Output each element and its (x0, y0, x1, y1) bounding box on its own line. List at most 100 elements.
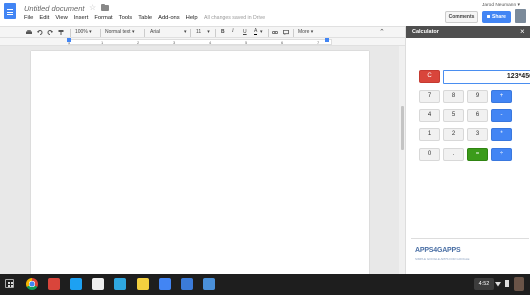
app-launcher-icon[interactable] (5, 279, 14, 288)
scrollbar-thumb[interactable] (401, 106, 404, 150)
font-select[interactable]: Arial ▾ (150, 29, 187, 35)
shelf-taskbar: 4:52 (0, 274, 530, 295)
lock-icon (487, 15, 491, 19)
right-indent-marker[interactable] (325, 38, 329, 42)
key-2[interactable]: 2 (443, 128, 464, 141)
print-icon[interactable] (26, 30, 32, 35)
link-icon[interactable] (272, 30, 278, 35)
divider (411, 238, 529, 239)
key-multiply[interactable]: * (491, 128, 512, 141)
comment-icon[interactable] (283, 30, 289, 35)
font-size-select[interactable]: 11 ▾ (196, 29, 210, 35)
text-color-dropdown-icon[interactable]: ▾ (260, 29, 263, 35)
battery-icon[interactable] (505, 280, 509, 287)
chrome-icon[interactable] (26, 278, 38, 290)
key-minus[interactable]: - (491, 109, 512, 122)
docs-logo-icon[interactable] (4, 3, 16, 19)
key-plus[interactable]: + (491, 90, 512, 103)
twitter-icon[interactable] (70, 278, 82, 290)
zoom-select[interactable]: 100% ▾ (75, 29, 92, 35)
app-icon[interactable] (181, 278, 193, 290)
ruler-number: 5 (245, 40, 248, 45)
docs-header: Untitled document ☆ File Edit View Inser… (0, 0, 530, 26)
underline-button[interactable]: U (243, 29, 247, 35)
menu-tools[interactable]: Tools (119, 15, 133, 21)
brand-name: APPS4GAPPS (415, 247, 461, 254)
key-equals[interactable]: = (467, 148, 488, 161)
menu-edit[interactable]: Edit (39, 15, 49, 21)
toolbar-divider (293, 29, 294, 37)
formatting-toolbar: 100% ▾ Normal text ▾ Arial ▾ 11 ▾ B I U A … (0, 26, 405, 38)
bold-button[interactable]: B (221, 29, 225, 35)
menu-file[interactable]: File (24, 15, 33, 21)
menu-bar: File Edit View Insert Format Tools Table… (24, 15, 204, 21)
folder-icon[interactable] (101, 3, 109, 11)
key-divide[interactable]: ÷ (491, 148, 512, 161)
ruler: 1 1 2 3 4 5 6 7 (0, 38, 405, 46)
star-icon[interactable]: ☆ (89, 3, 96, 12)
user-avatar[interactable] (514, 277, 524, 291)
gmail-icon[interactable] (48, 278, 60, 290)
paint-format-icon[interactable] (58, 30, 64, 35)
ruler-number: 6 (281, 40, 284, 45)
key-4[interactable]: 4 (419, 109, 440, 122)
key-0[interactable]: 0 (419, 148, 440, 161)
save-status: All changes saved in Drive (204, 15, 266, 21)
remote-desktop-icon[interactable] (114, 278, 126, 290)
ruler-number: 4 (209, 40, 212, 45)
menu-table[interactable]: Table (138, 15, 152, 21)
toolbar-divider (190, 29, 191, 37)
menu-view[interactable]: View (55, 15, 67, 21)
toolbar-divider (144, 29, 145, 37)
brand-tagline: SIMPLE GOOGLE APPS FOR GOOGLE (415, 257, 470, 261)
sidebar-title: Calculator (412, 29, 439, 35)
keep-icon[interactable] (137, 278, 149, 290)
document-title[interactable]: Untitled document (24, 4, 84, 13)
menu-insert[interactable]: Insert (74, 15, 89, 21)
window-icon[interactable] (203, 278, 215, 290)
apps4gapps-logo[interactable]: APPS4GAPPS SIMPLE GOOGLE APPS FOR GOOGLE (415, 247, 475, 267)
ruler-number: 7 (317, 40, 320, 45)
ruler-number: 3 (173, 40, 176, 45)
files-icon[interactable] (92, 278, 104, 290)
left-indent-marker[interactable] (67, 38, 71, 42)
close-icon[interactable]: × (520, 27, 525, 36)
key-7[interactable]: 7 (419, 90, 440, 103)
sidebar-header: Calculator × (406, 26, 530, 38)
menu-format[interactable]: Format (94, 15, 112, 21)
share-button[interactable]: Share (482, 11, 511, 23)
italic-button[interactable]: I (232, 29, 234, 34)
menu-help[interactable]: Help (186, 15, 198, 21)
toolbar-divider (100, 29, 101, 37)
calculator-display[interactable]: 123*456 (443, 70, 530, 84)
ruler-number: 1 (101, 40, 104, 45)
key-8[interactable]: 8 (443, 90, 464, 103)
redo-icon[interactable] (47, 30, 53, 35)
clear-button[interactable]: C (419, 70, 440, 83)
user-name[interactable]: Jarod Neumann ▾ (482, 3, 520, 8)
comments-button[interactable]: Comments (445, 11, 478, 23)
more-button[interactable]: More ▾ (298, 29, 313, 35)
text-color-button[interactable]: A (254, 29, 258, 35)
document-page[interactable] (31, 51, 369, 276)
key-1[interactable]: 1 (419, 128, 440, 141)
key-5[interactable]: 5 (443, 109, 464, 122)
collapse-menus-icon[interactable]: ⌃ (379, 28, 385, 36)
docs-icon[interactable] (159, 278, 171, 290)
ruler-number: 2 (137, 40, 140, 45)
clock[interactable]: 4:52 (474, 278, 494, 290)
wifi-icon[interactable] (495, 280, 501, 287)
key-decimal[interactable]: . (443, 148, 464, 161)
style-select[interactable]: Normal text ▾ (105, 29, 134, 35)
undo-icon[interactable] (37, 30, 43, 35)
key-6[interactable]: 6 (467, 109, 488, 122)
avatar[interactable] (515, 9, 526, 23)
toolbar-divider (268, 29, 269, 37)
calculator-sidebar: Calculator × C 123*456 7 8 9 + 4 5 6 - 1… (405, 26, 530, 274)
key-3[interactable]: 3 (467, 128, 488, 141)
key-9[interactable]: 9 (467, 90, 488, 103)
toolbar-divider (70, 29, 71, 37)
menu-addons[interactable]: Add-ons (158, 15, 180, 21)
ruler-track: 1 1 2 3 4 5 6 7 (68, 39, 332, 45)
document-canvas (0, 46, 405, 276)
